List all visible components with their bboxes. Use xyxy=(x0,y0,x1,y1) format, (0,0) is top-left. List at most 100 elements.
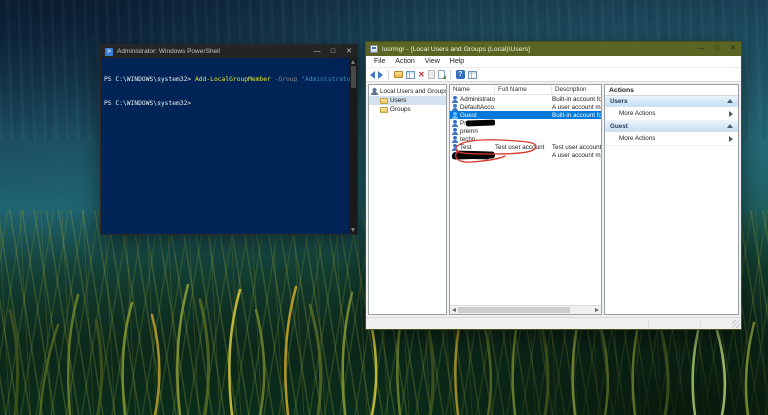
user-name: Test xyxy=(460,143,472,151)
user-name: techn xyxy=(460,135,476,143)
back-icon[interactable] xyxy=(370,70,375,79)
user-icon xyxy=(452,127,458,135)
scroll-right-icon[interactable] xyxy=(595,308,599,312)
close-button[interactable]: ✕ xyxy=(341,45,357,58)
column-description[interactable]: Description xyxy=(552,85,601,94)
menu-view[interactable]: View xyxy=(420,58,445,65)
scroll-up-icon[interactable] xyxy=(351,60,355,64)
status-separator xyxy=(648,320,649,327)
scroll-down-icon[interactable] xyxy=(351,228,355,232)
table-row-guest-selected[interactable]: Guest Built-in account for gu xyxy=(450,111,601,119)
show-console-tree-icon[interactable] xyxy=(406,70,415,79)
menu-help[interactable]: Help xyxy=(445,58,469,65)
user-icon xyxy=(452,111,458,119)
more-actions-guest[interactable]: More Actions xyxy=(605,132,738,146)
list-rows: Administrator Built-in account for ad De… xyxy=(450,95,601,305)
menu-file[interactable]: File xyxy=(369,58,390,65)
user-name: Administrator xyxy=(460,95,495,103)
actions-section-users[interactable]: Users xyxy=(605,96,738,107)
user-name: DefaultAcco... xyxy=(460,103,495,111)
lusrmgr-window-title: lusrmgr - [Local Users and Groups (Local… xyxy=(382,45,531,53)
more-actions-users[interactable]: More Actions xyxy=(605,107,738,121)
properties-icon xyxy=(427,70,435,79)
submenu-arrow-icon xyxy=(729,110,733,117)
close-button[interactable]: ✕ xyxy=(725,42,741,56)
more-actions-label: More Actions xyxy=(619,135,656,142)
user-icon xyxy=(452,103,458,111)
user-full-name: Test user account xyxy=(495,143,545,151)
user-icon xyxy=(452,143,458,151)
resize-grip[interactable] xyxy=(732,320,740,328)
toolbar-separator xyxy=(388,69,389,80)
tree-item-label: Users xyxy=(390,97,407,104)
forward-icon[interactable] xyxy=(378,70,383,79)
maximize-button[interactable]: □ xyxy=(709,42,725,56)
user-description: Built-in account for gu xyxy=(552,111,601,119)
maximize-button[interactable]: □ xyxy=(325,45,341,58)
tree-item-label: Groups xyxy=(390,106,411,113)
horizontal-scrollbar[interactable] xyxy=(450,305,601,314)
collapse-icon[interactable] xyxy=(727,99,733,103)
table-row-premn[interactable]: premn xyxy=(450,127,601,135)
column-name[interactable]: Name xyxy=(450,85,495,94)
show-action-pane-icon[interactable] xyxy=(467,70,477,79)
console-prompt-line: PS C:\WINDOWS\system32> xyxy=(104,100,192,107)
table-row-defaultaccount[interactable]: DefaultAcco... A user account manag xyxy=(450,103,601,111)
table-row-test[interactable]: Test Test user account Test user account xyxy=(450,143,601,151)
tree-item-groups[interactable]: Groups xyxy=(369,105,446,114)
scrollbar-thumb[interactable] xyxy=(458,307,570,313)
folder-icon xyxy=(380,97,388,104)
scroll-left-icon[interactable] xyxy=(452,308,456,312)
user-description: Test user account xyxy=(552,143,601,151)
section-header-label: Users xyxy=(610,97,628,105)
scrollbar-thumb[interactable] xyxy=(351,66,356,88)
lusrmgr-titlebar[interactable]: lusrmgr - [Local Users and Groups (Local… xyxy=(366,42,741,56)
list-header: Name Full Name Description xyxy=(450,85,601,95)
more-actions-label: More Actions xyxy=(619,110,656,117)
black-redaction-scribble xyxy=(451,151,496,160)
table-row-administrator[interactable]: Administrator Built-in account for ad xyxy=(450,95,601,103)
user-name: premn xyxy=(460,127,478,135)
powershell-titlebar[interactable]: > Administrator: Windows PowerShell — □ … xyxy=(101,45,357,58)
powershell-window: > Administrator: Windows PowerShell — □ … xyxy=(100,44,358,235)
actions-pane-title: Actions xyxy=(605,85,738,96)
black-redaction-mark xyxy=(465,119,496,127)
table-row-techn[interactable]: techn xyxy=(450,135,601,143)
user-description: A user account manag xyxy=(552,103,601,111)
user-description: A user account manag xyxy=(552,151,601,159)
minimize-button[interactable]: — xyxy=(309,45,325,58)
tree-item-users[interactable]: Users xyxy=(369,96,446,105)
tree-root-label: Local Users and Groups (Local) xyxy=(380,88,446,95)
help-icon[interactable]: ? xyxy=(455,70,465,79)
console-root-icon xyxy=(371,88,378,95)
folder-icon xyxy=(380,106,388,113)
collapse-icon[interactable] xyxy=(727,124,733,128)
menu-action[interactable]: Action xyxy=(390,58,419,65)
actions-section-guest[interactable]: Guest xyxy=(605,121,738,132)
users-list-pane: Name Full Name Description Administrator… xyxy=(449,84,602,315)
powershell-window-title: Administrator: Windows PowerShell xyxy=(117,48,220,55)
export-list-icon[interactable] xyxy=(437,70,446,79)
delete-icon[interactable]: ✕ xyxy=(418,70,425,79)
menu-bar: File Action View Help xyxy=(366,56,741,68)
lusrmgr-icon xyxy=(370,45,378,53)
submenu-arrow-icon xyxy=(729,135,733,142)
powershell-icon: > xyxy=(105,47,113,56)
section-header-label: Guest xyxy=(610,122,628,130)
user-icon xyxy=(452,95,458,103)
column-full-name[interactable]: Full Name xyxy=(495,85,552,94)
status-separator xyxy=(700,320,701,327)
lusrmgr-window: lusrmgr - [Local Users and Groups (Local… xyxy=(365,41,742,330)
up-one-level-icon[interactable] xyxy=(394,71,403,78)
console-output[interactable]: PS C:\WINDOWS\system32> Add-LocalGroupMe… xyxy=(101,58,357,234)
user-icon xyxy=(452,119,458,127)
user-icon xyxy=(452,135,458,143)
user-description: Built-in account for ad xyxy=(552,95,601,103)
tree-root-local-users-groups[interactable]: Local Users and Groups (Local) xyxy=(369,87,446,96)
console-content: Local Users and Groups (Local) Users Gro… xyxy=(366,82,741,317)
toolbar-separator xyxy=(449,69,451,80)
status-bar xyxy=(366,317,741,329)
console-scrollbar[interactable] xyxy=(350,58,357,234)
minimize-button[interactable]: — xyxy=(693,42,709,56)
console-line: PS C:\WINDOWS\system32> Add-LocalGroupMe… xyxy=(104,76,357,83)
